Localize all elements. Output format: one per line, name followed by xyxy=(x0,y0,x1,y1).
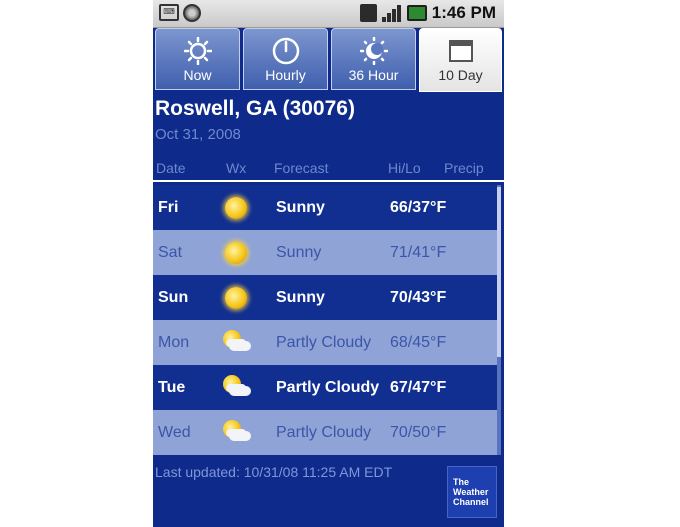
tab-36-hour[interactable]: 36 Hour xyxy=(331,28,416,90)
forecast-hilo: 67/47°F xyxy=(390,379,447,396)
partly-cloudy-icon xyxy=(221,373,251,403)
logo-line: Weather xyxy=(453,487,489,497)
forecast-day: Wed xyxy=(158,424,191,441)
column-header-precip: Precip xyxy=(444,160,484,176)
forecast-condition: Partly Cloudy xyxy=(276,334,372,351)
tab-10-day[interactable]: 10 Day xyxy=(419,28,502,92)
forecast-condition: Sunny xyxy=(276,244,322,261)
last-updated-text: Last updated: 10/31/08 11:25 AM EDT xyxy=(155,464,393,480)
phone-screen: ⌨ 1:46 PM Now Hourly 36 Hour 10 Day Rosw… xyxy=(153,0,504,527)
forecast-row[interactable]: Fri Sunny 66/37°F xyxy=(153,185,497,230)
forecast-hilo: 70/43°F xyxy=(390,289,447,306)
forecast-row[interactable]: Sat Sunny 71/41°F xyxy=(153,230,497,275)
forecast-day: Mon xyxy=(158,334,190,351)
forecast-row[interactable]: Sun Sunny 70/43°F xyxy=(153,275,497,320)
location-title: Roswell, GA (30076) xyxy=(155,97,355,120)
forecast-condition: Sunny xyxy=(276,289,325,306)
forecast-day: Fri xyxy=(158,199,179,216)
sync-icon xyxy=(359,4,377,22)
partly-cloudy-icon xyxy=(221,328,251,358)
tab-now[interactable]: Now xyxy=(155,28,240,90)
calendar-icon xyxy=(448,40,473,62)
forecast-condition: Partly Cloudy xyxy=(276,424,372,441)
status-time: 1:46 PM xyxy=(431,3,496,22)
column-header-wx: Wx xyxy=(226,160,247,176)
tab-bar: Now Hourly 36 Hour 10 Day xyxy=(153,28,504,92)
sunny-icon xyxy=(221,193,251,223)
forecast-condition: Partly Cloudy xyxy=(276,379,380,396)
forecast-hilo: 71/41°F xyxy=(390,244,447,261)
logo-line: The xyxy=(453,477,470,487)
column-header-date: Date xyxy=(156,160,186,176)
circle-icon xyxy=(183,4,201,22)
sun-moon-icon xyxy=(359,37,388,65)
status-bar: ⌨ 1:46 PM xyxy=(153,0,504,28)
clock-icon xyxy=(272,37,299,65)
column-header-hilo: Hi/Lo xyxy=(388,160,421,176)
debug-icon: ⌨ xyxy=(159,4,179,21)
sun-icon xyxy=(183,37,212,65)
forecast-row[interactable]: Wed Partly Cloudy 70/50°F xyxy=(153,410,497,455)
logo-line: Channel xyxy=(453,497,489,507)
scrollbar-thumb[interactable] xyxy=(497,187,501,357)
sunny-icon xyxy=(221,238,251,268)
forecast-row[interactable]: Mon Partly Cloudy 68/45°F xyxy=(153,320,497,365)
forecast-day: Tue xyxy=(158,379,186,396)
forecast-hilo: 66/37°F xyxy=(390,199,447,216)
forecast-date: Oct 31, 2008 xyxy=(155,126,241,143)
partly-cloudy-icon xyxy=(221,418,251,448)
tab-hourly[interactable]: Hourly xyxy=(243,28,328,90)
signal-icon xyxy=(381,4,402,22)
column-header-forecast: Forecast xyxy=(274,160,329,176)
weather-channel-logo[interactable]: The Weather Channel xyxy=(447,466,497,518)
tab-label: Now xyxy=(183,67,212,83)
tab-label: Hourly xyxy=(265,67,306,83)
scrollbar[interactable] xyxy=(497,185,501,455)
forecast-row[interactable]: Tue Partly Cloudy 67/47°F xyxy=(153,365,497,410)
battery-icon xyxy=(406,5,427,21)
sunny-icon xyxy=(221,283,251,313)
header-divider xyxy=(153,180,504,182)
forecast-list: Fri Sunny 66/37°F Sat Sunny 71/41°F Sun … xyxy=(153,185,497,455)
forecast-condition: Sunny xyxy=(276,199,325,216)
tab-label: 10 Day xyxy=(438,67,483,83)
forecast-hilo: 68/45°F xyxy=(390,334,447,351)
forecast-day: Sun xyxy=(158,289,189,306)
tab-label: 36 Hour xyxy=(348,67,399,83)
forecast-hilo: 70/50°F xyxy=(390,424,447,441)
forecast-day: Sat xyxy=(158,244,183,261)
